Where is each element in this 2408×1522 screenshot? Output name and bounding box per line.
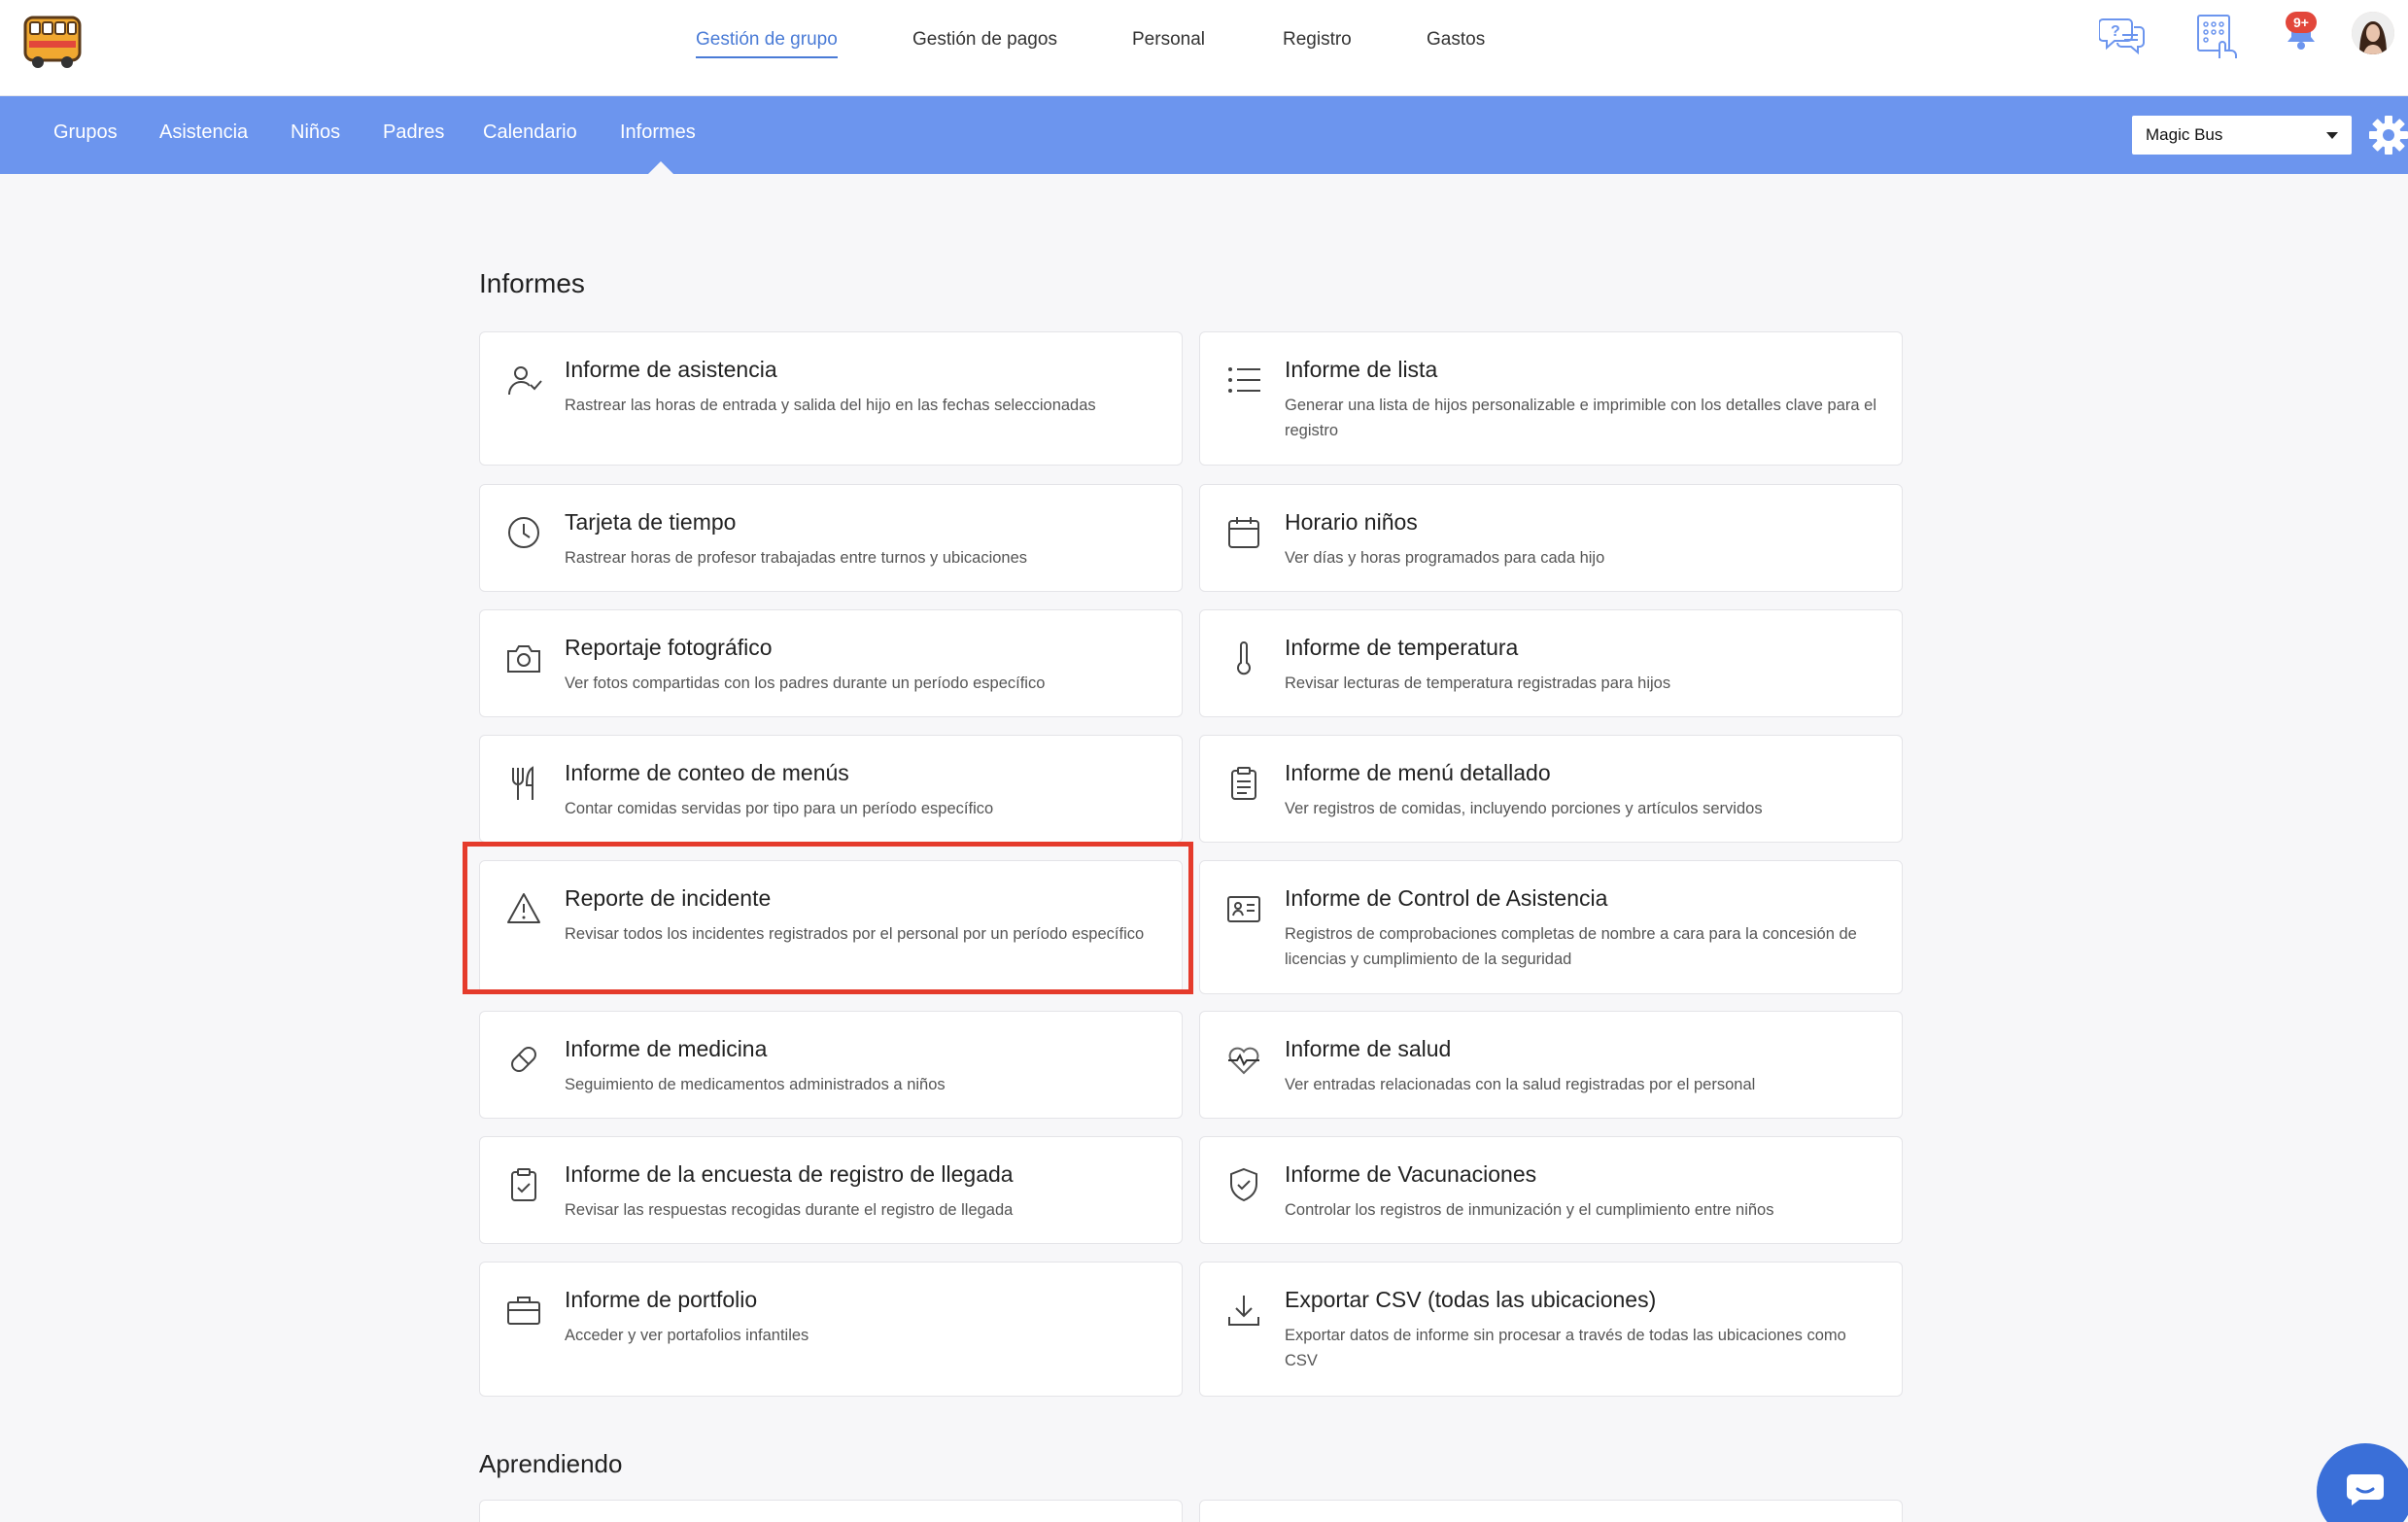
gear-icon[interactable] bbox=[2367, 114, 2408, 156]
learning-card[interactable] bbox=[479, 1500, 1183, 1522]
report-card-description: Ver días y horas programados para cada h… bbox=[1285, 549, 1605, 567]
subnav-informes[interactable]: Informes bbox=[620, 121, 696, 144]
report-card-title: Informe de medicina bbox=[565, 1036, 768, 1061]
avatar[interactable] bbox=[2352, 12, 2394, 54]
report-card[interactable]: Informe de Vacunaciones Controlar los reg… bbox=[1199, 1136, 1903, 1244]
section-title-aprendiendo: Aprendiendo bbox=[479, 1449, 623, 1478]
report-card[interactable]: Informe de asistencia Rastrear las horas … bbox=[479, 331, 1183, 466]
list-icon bbox=[1225, 362, 1262, 398]
topnav-gestion-pagos[interactable]: Gestión de pagos bbox=[912, 29, 1057, 51]
active-tab-caret bbox=[648, 161, 673, 174]
svg-text:?: ? bbox=[2111, 23, 2120, 40]
report-card-title: Informe de asistencia bbox=[565, 357, 777, 382]
report-card-description: Revisar lecturas de temperatura registra… bbox=[1285, 675, 1671, 692]
topnav-gastos[interactable]: Gastos bbox=[1427, 29, 1485, 51]
report-card-title: Exportar CSV (todas las ubicaciones) bbox=[1285, 1287, 1657, 1312]
sub-nav: Grupos Asistencia Niños Padres Calendari… bbox=[0, 96, 2408, 174]
shield-check-icon bbox=[1225, 1166, 1262, 1203]
learning-card[interactable] bbox=[1199, 1500, 1903, 1522]
top-bar: Gestión de grupo Gestión de pagos Person… bbox=[0, 0, 2408, 96]
help-chat-icon[interactable]: ? bbox=[2098, 14, 2146, 61]
topnav-registro[interactable]: Registro bbox=[1283, 29, 1352, 51]
report-card[interactable]: Informe de la encuesta de registro de ll… bbox=[479, 1136, 1183, 1244]
chat-button[interactable] bbox=[2317, 1443, 2408, 1522]
report-card-description: Controlar los registros de inmunización … bbox=[1285, 1201, 1774, 1219]
subnav-ninos[interactable]: Niños bbox=[291, 121, 340, 144]
report-card-title: Horario niños bbox=[1285, 509, 1418, 535]
report-card[interactable]: Informe de salud Ver entradas relacionada… bbox=[1199, 1011, 1903, 1119]
heart-pulse-icon bbox=[1225, 1041, 1262, 1078]
report-card[interactable]: Informe de medicina Seguimiento de medica… bbox=[479, 1011, 1183, 1119]
report-card-title: Informe de lista bbox=[1285, 357, 1438, 382]
report-card-title: Informe de portfolio bbox=[565, 1287, 758, 1312]
id-card-icon bbox=[1225, 890, 1262, 927]
report-card-title: Reportaje fotográfico bbox=[565, 635, 773, 660]
report-card-title: Informe de conteo de menús bbox=[565, 760, 849, 785]
report-card[interactable]: Informe de portfolio Acceder y ver portaf… bbox=[479, 1262, 1183, 1397]
report-card-description: Rastrear horas de profesor trabajadas en… bbox=[565, 549, 1028, 567]
subnav-grupos[interactable]: Grupos bbox=[53, 121, 118, 144]
clock-icon bbox=[505, 514, 542, 551]
report-card-description: Seguimiento de medicamentos administrado… bbox=[565, 1076, 946, 1093]
report-card[interactable]: Informe de menú detallado Ver registros d… bbox=[1199, 735, 1903, 843]
report-card-description: Ver registros de comidas, incluyendo por… bbox=[1285, 800, 1763, 817]
person-check-icon bbox=[505, 362, 542, 398]
clipboard-icon bbox=[1225, 765, 1262, 802]
utensils-icon bbox=[505, 765, 542, 802]
report-card[interactable]: Tarjeta de tiempo Rastrear horas de profe… bbox=[479, 484, 1183, 592]
pill-icon bbox=[505, 1041, 542, 1078]
report-card-title: Tarjeta de tiempo bbox=[565, 509, 737, 535]
report-card[interactable]: Reportaje fotográfico Ver fotos compartid… bbox=[479, 609, 1183, 717]
report-card-description: Registros de comprobaciones completas de… bbox=[1285, 925, 1857, 968]
report-card-description: Contar comidas servidas por tipo para un… bbox=[565, 800, 994, 817]
report-card[interactable]: Informe de temperatura Revisar lecturas d… bbox=[1199, 609, 1903, 717]
report-card-description: Ver fotos compartidas con los padres dur… bbox=[565, 675, 1046, 692]
notification-badge: 9+ bbox=[2286, 12, 2317, 33]
report-card-title: Informe de Vacunaciones bbox=[1285, 1161, 1537, 1187]
report-card[interactable]: Informe de lista Generar una lista de hij… bbox=[1199, 331, 1903, 466]
section-title-informes: Informes bbox=[479, 268, 585, 298]
report-card-description: Revisar las respuestas recogidas durante… bbox=[565, 1201, 1014, 1219]
report-card-description: Revisar todos los incidentes registrados… bbox=[565, 925, 1145, 943]
topnav-personal[interactable]: Personal bbox=[1132, 29, 1205, 51]
report-card-title: Informe de Control de Asistencia bbox=[1285, 885, 1608, 911]
report-card-title: Reporte de incidente bbox=[565, 885, 772, 911]
briefcase-icon bbox=[505, 1292, 542, 1329]
chevron-down-icon bbox=[2326, 132, 2338, 139]
report-card[interactable]: Horario niños Ver días y horas programado… bbox=[1199, 484, 1903, 592]
subnav-asistencia[interactable]: Asistencia bbox=[159, 121, 248, 144]
kiosk-icon[interactable] bbox=[2196, 14, 2239, 65]
report-card[interactable]: Informe de conteo de menús Contar comidas… bbox=[479, 735, 1183, 843]
report-card-description: Generar una lista de hijos personalizabl… bbox=[1285, 397, 1876, 439]
location-select[interactable]: Magic Bus bbox=[2132, 116, 2352, 155]
magic-bus-logo[interactable] bbox=[21, 12, 84, 70]
report-card-title: Informe de menú detallado bbox=[1285, 760, 1551, 785]
report-card-description: Acceder y ver portafolios infantiles bbox=[565, 1327, 809, 1344]
thermometer-icon bbox=[1225, 640, 1262, 676]
download-icon bbox=[1225, 1292, 1262, 1329]
camera-icon bbox=[505, 640, 542, 676]
report-card-title: Informe de la encuesta de registro de ll… bbox=[565, 1161, 1014, 1187]
report-card-title: Informe de temperatura bbox=[1285, 635, 1519, 660]
topnav-gestion-grupo[interactable]: Gestión de grupo bbox=[696, 29, 838, 58]
report-card-description: Exportar datos de informe sin procesar a… bbox=[1285, 1327, 1846, 1369]
warning-icon bbox=[505, 890, 542, 927]
calendar-icon bbox=[1225, 514, 1262, 551]
subnav-calendario[interactable]: Calendario bbox=[483, 121, 577, 144]
report-card-title: Informe de salud bbox=[1285, 1036, 1452, 1061]
report-card-description: Rastrear las horas de entrada y salida d… bbox=[565, 397, 1096, 414]
report-card[interactable]: Informe de Control de Asistencia Registro… bbox=[1199, 860, 1903, 994]
report-card[interactable]: Reporte de incidente Revisar todos los in… bbox=[479, 860, 1183, 994]
subnav-padres[interactable]: Padres bbox=[383, 121, 444, 144]
report-card-description: Ver entradas relacionadas con la salud r… bbox=[1285, 1076, 1756, 1093]
clipboard-check-icon bbox=[505, 1166, 542, 1203]
report-card[interactable]: Exportar CSV (todas las ubicaciones) Expo… bbox=[1199, 1262, 1903, 1397]
location-select-value: Magic Bus bbox=[2146, 125, 2223, 144]
